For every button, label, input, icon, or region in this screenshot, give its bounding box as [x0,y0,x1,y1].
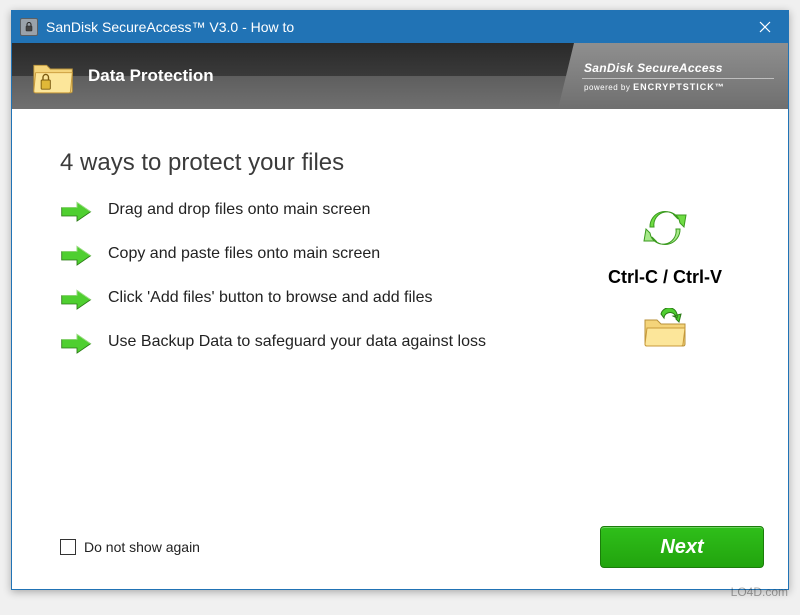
window: SanDisk SecureAccess™ V3.0 - How to Data… [11,10,789,590]
shortcut-text: Ctrl-C / Ctrl-V [608,267,722,288]
folder-lock-icon [32,58,76,94]
checkbox-label: Do not show again [84,539,200,555]
arrow-right-icon [60,287,94,313]
titlebar: SanDisk SecureAccess™ V3.0 - How to [12,11,788,43]
page-heading: 4 ways to protect your files [60,149,764,177]
banner-title: Data Protection [88,66,214,86]
watermark: LO4D.com [731,585,788,599]
arrow-right-icon [60,331,94,357]
content-area: 4 ways to protect your files Drag and dr… [12,109,788,523]
item-text: Drag and drop files onto main screen [108,199,370,221]
banner: Data Protection SanDisk SecureAccess pow… [12,43,788,109]
brand-name: SanDisk SecureAccess [572,61,774,75]
right-graphics: Ctrl-C / Ctrl-V [580,205,750,348]
footer: Do not show again Next [12,523,788,589]
arrow-right-icon [60,199,94,225]
checkbox-icon [60,539,76,555]
item-text: Copy and paste files onto main screen [108,243,380,265]
banner-brand: SanDisk SecureAccess powered by ENCRYPTS… [558,43,788,109]
app-icon [20,18,38,36]
do-not-show-checkbox[interactable]: Do not show again [60,539,200,555]
window-title: SanDisk SecureAccess™ V3.0 - How to [46,19,742,35]
brand-divider [582,78,774,79]
arrow-right-icon [60,243,94,269]
refresh-icon [640,205,690,247]
close-button[interactable] [742,11,788,43]
next-button-label: Next [660,536,703,559]
banner-left: Data Protection [12,58,214,94]
brand-powered-by: powered by ENCRYPTSTICK™ [572,82,774,92]
folder-add-icon [641,308,689,348]
item-text: Click 'Add files' button to browse and a… [108,287,433,309]
next-button[interactable]: Next [600,526,764,568]
item-text: Use Backup Data to safeguard your data a… [108,331,486,353]
